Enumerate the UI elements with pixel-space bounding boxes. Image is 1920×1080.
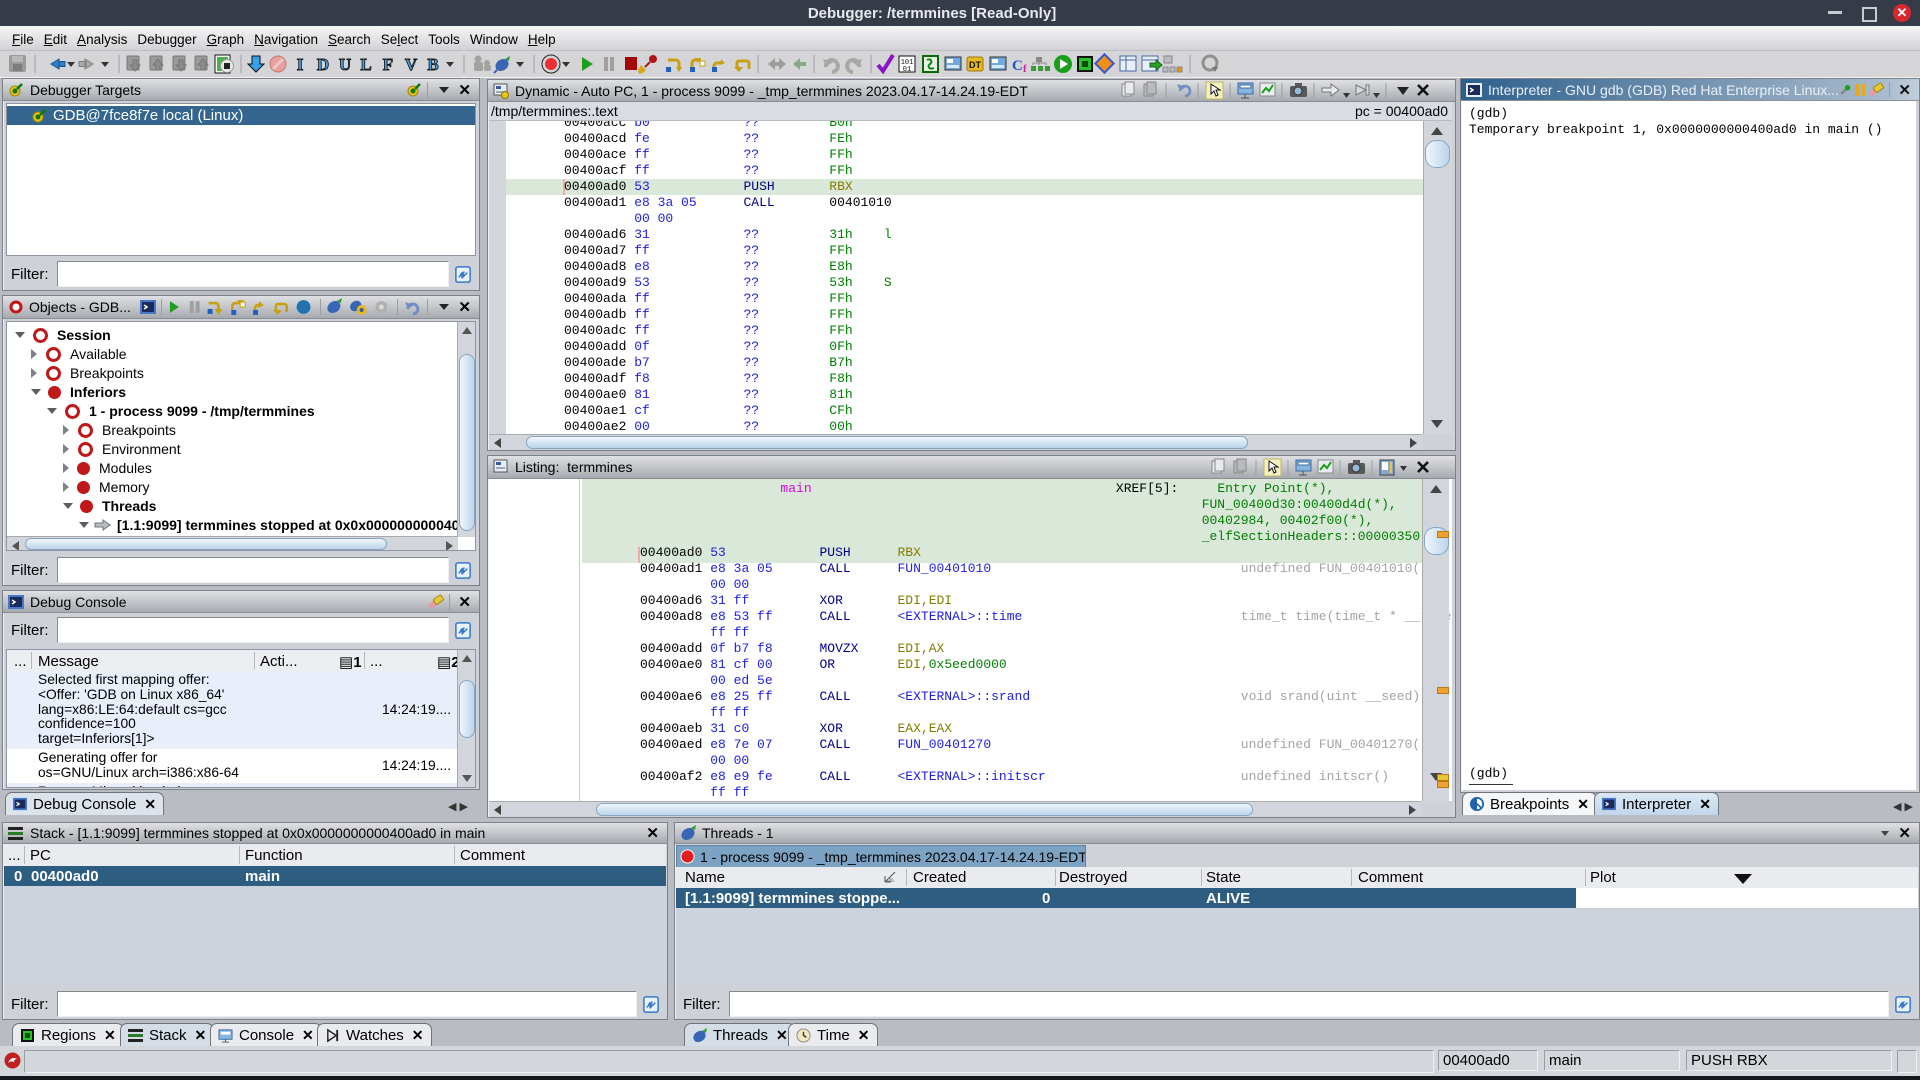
svg-text:C: C	[1012, 58, 1023, 74]
svg-text:B: B	[427, 55, 438, 74]
svg-text:DT: DT	[969, 60, 981, 70]
svg-text:U: U	[339, 55, 351, 74]
svg-text:I: I	[297, 55, 304, 74]
svg-text:f: f	[1023, 63, 1027, 75]
svg-text:01: 01	[903, 66, 911, 74]
svg-text:V: V	[405, 55, 418, 74]
svg-text:F: F	[383, 55, 393, 74]
svg-text:L: L	[360, 55, 371, 74]
svg-text:D: D	[317, 55, 329, 74]
